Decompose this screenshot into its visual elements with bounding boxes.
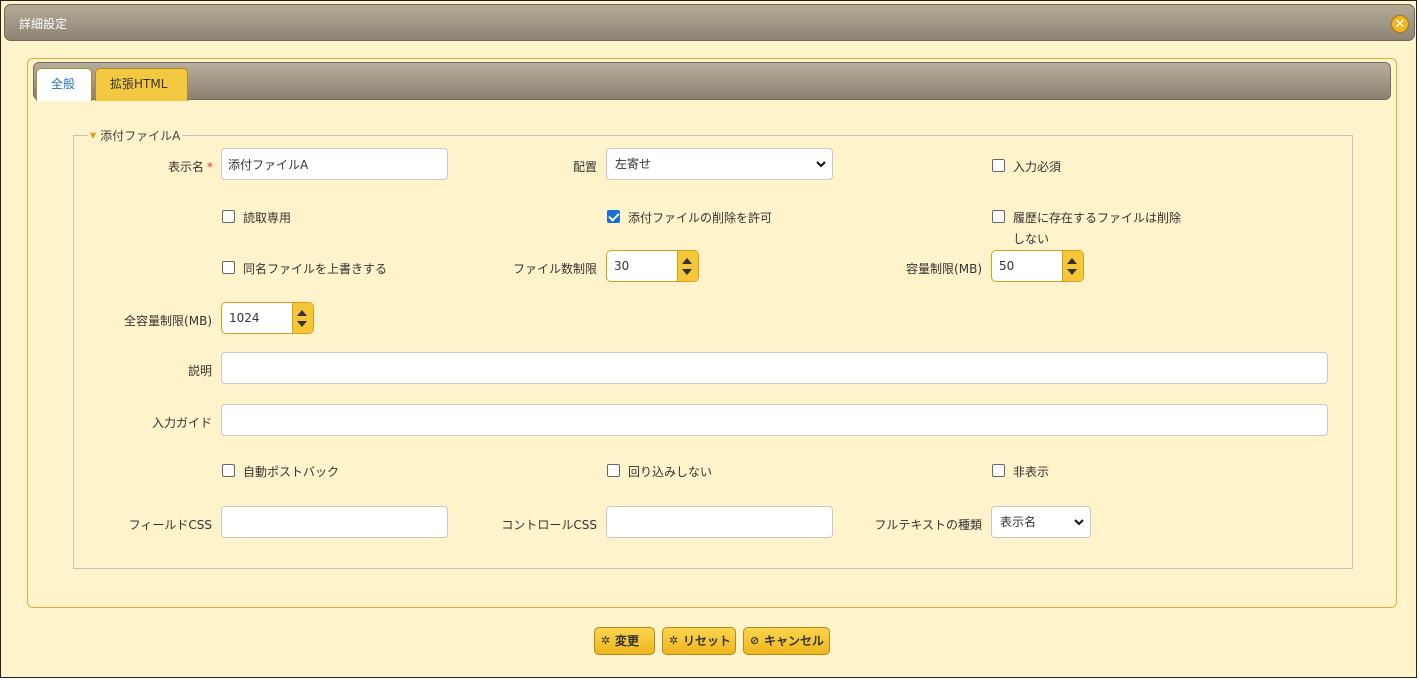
fulltext-type-select[interactable]: 表示名 — [991, 506, 1091, 538]
input-required-label: 入力必須 — [1013, 160, 1062, 174]
placement-selected-value: 左寄せ — [615, 157, 652, 171]
no-wrap-checkbox[interactable] — [607, 464, 620, 477]
dialog-title: 詳細設定 — [19, 17, 68, 31]
spinner-up-icon[interactable] — [1067, 258, 1077, 264]
total-size-limit-stepper[interactable]: 1024 — [221, 302, 314, 334]
attachment-fieldset: ▼ 添付ファイルA — [73, 127, 1353, 569]
input-guide-input[interactable] — [221, 404, 1328, 436]
allow-delete-label: 添付ファイルの削除を許可 — [628, 211, 773, 225]
size-limit-value: 50 — [999, 259, 1015, 273]
detail-settings-dialog: 詳細設定 ✕ 全般 拡張HTML ▼添付ファイルA 表示名* 配置 左寄せ 入力… — [0, 0, 1417, 678]
display-name-label-text: 表示名 — [167, 160, 204, 174]
hidden-label: 非表示 — [1013, 465, 1050, 479]
tab-bar: 全般 拡張HTML — [33, 62, 1391, 101]
file-count-limit-stepper[interactable]: 30 — [606, 250, 699, 282]
allow-delete-checkbox[interactable] — [607, 210, 620, 223]
control-css-input[interactable] — [606, 506, 833, 538]
reset-button[interactable]: ✲ リセット — [662, 627, 736, 655]
gear-icon: ✲ — [669, 634, 679, 647]
fieldset-legend[interactable]: ▼ 添付ファイルA — [88, 127, 182, 144]
input-required-checkbox[interactable] — [992, 159, 1005, 172]
history-no-delete-label-line2: しない — [1013, 232, 1050, 246]
gear-icon: ✲ — [601, 634, 611, 647]
spinner-up-icon[interactable] — [297, 310, 307, 316]
overwrite-same-name-checkbox[interactable] — [222, 261, 235, 274]
fulltext-type-selected-value: 表示名 — [1000, 515, 1037, 529]
overwrite-same-name-label: 同名ファイルを上書きする — [243, 262, 388, 276]
auto-postback-label: 自動ポストバック — [243, 465, 340, 479]
no-wrap-label: 回り込みしない — [628, 465, 713, 479]
read-only-label: 読取専用 — [243, 211, 292, 225]
placement-label: 配置 — [572, 160, 597, 174]
spinner-buttons[interactable] — [677, 251, 698, 281]
display-name-label: 表示名 * — [168, 158, 213, 175]
required-mark: * — [207, 160, 213, 174]
cancel-icon: ⊘ — [750, 634, 760, 647]
change-button-label: 変更 — [615, 634, 640, 648]
reset-button-label: リセット — [683, 634, 732, 648]
history-no-delete-checkbox[interactable] — [992, 210, 1005, 223]
hidden-checkbox[interactable] — [992, 464, 1005, 477]
cancel-button-label: キャンセル — [764, 634, 825, 648]
field-css-input[interactable] — [221, 506, 448, 538]
settings-panel: 全般 拡張HTML ▼添付ファイルA 表示名* 配置 左寄せ 入力必須 読取専用… — [27, 58, 1397, 608]
description-label: 説明 — [187, 364, 212, 378]
spinner-down-icon[interactable] — [297, 321, 307, 327]
control-css-label: コントロールCSS — [501, 518, 597, 532]
chevron-down-icon — [816, 161, 826, 168]
input-guide-label: 入力ガイド — [151, 416, 212, 430]
read-only-checkbox[interactable] — [222, 210, 235, 223]
file-count-limit-label: ファイル数制限 — [512, 262, 597, 276]
spinner-up-icon[interactable] — [682, 258, 692, 264]
field-css-label: フィールドCSS — [128, 518, 212, 532]
placement-select[interactable]: 左寄せ — [606, 148, 833, 180]
fulltext-type-label: フルテキストの種類 — [874, 518, 982, 532]
spinner-down-icon[interactable] — [682, 269, 692, 275]
size-limit-label: 容量制限(MB) — [906, 262, 982, 276]
close-icon[interactable]: ✕ — [1391, 15, 1409, 33]
file-count-limit-value: 30 — [614, 259, 630, 273]
history-no-delete-label-line1: 履歴に存在するファイルは削除 — [1013, 211, 1182, 225]
chevron-down-icon — [1074, 519, 1084, 526]
auto-postback-checkbox[interactable] — [222, 464, 235, 477]
change-button[interactable]: ✲ 変更 — [594, 627, 655, 655]
tab-general[interactable]: 全般 — [36, 68, 92, 101]
description-input[interactable] — [221, 352, 1328, 384]
collapse-triangle-icon[interactable]: ▼ — [90, 131, 96, 140]
total-size-limit-value: 1024 — [229, 311, 260, 325]
legend-label: 添付ファイルA — [100, 129, 181, 143]
spinner-down-icon[interactable] — [1067, 269, 1077, 275]
size-limit-stepper[interactable]: 50 — [991, 250, 1084, 282]
total-size-limit-label: 全容量制限(MB) — [124, 314, 212, 328]
dialog-titlebar[interactable]: 詳細設定 ✕ — [4, 4, 1415, 41]
tab-extended-html[interactable]: 拡張HTML — [95, 68, 188, 101]
cancel-button[interactable]: ⊘ キャンセル — [743, 627, 830, 655]
spinner-buttons[interactable] — [1062, 251, 1083, 281]
display-name-input[interactable] — [221, 148, 448, 180]
spinner-buttons[interactable] — [292, 303, 313, 333]
